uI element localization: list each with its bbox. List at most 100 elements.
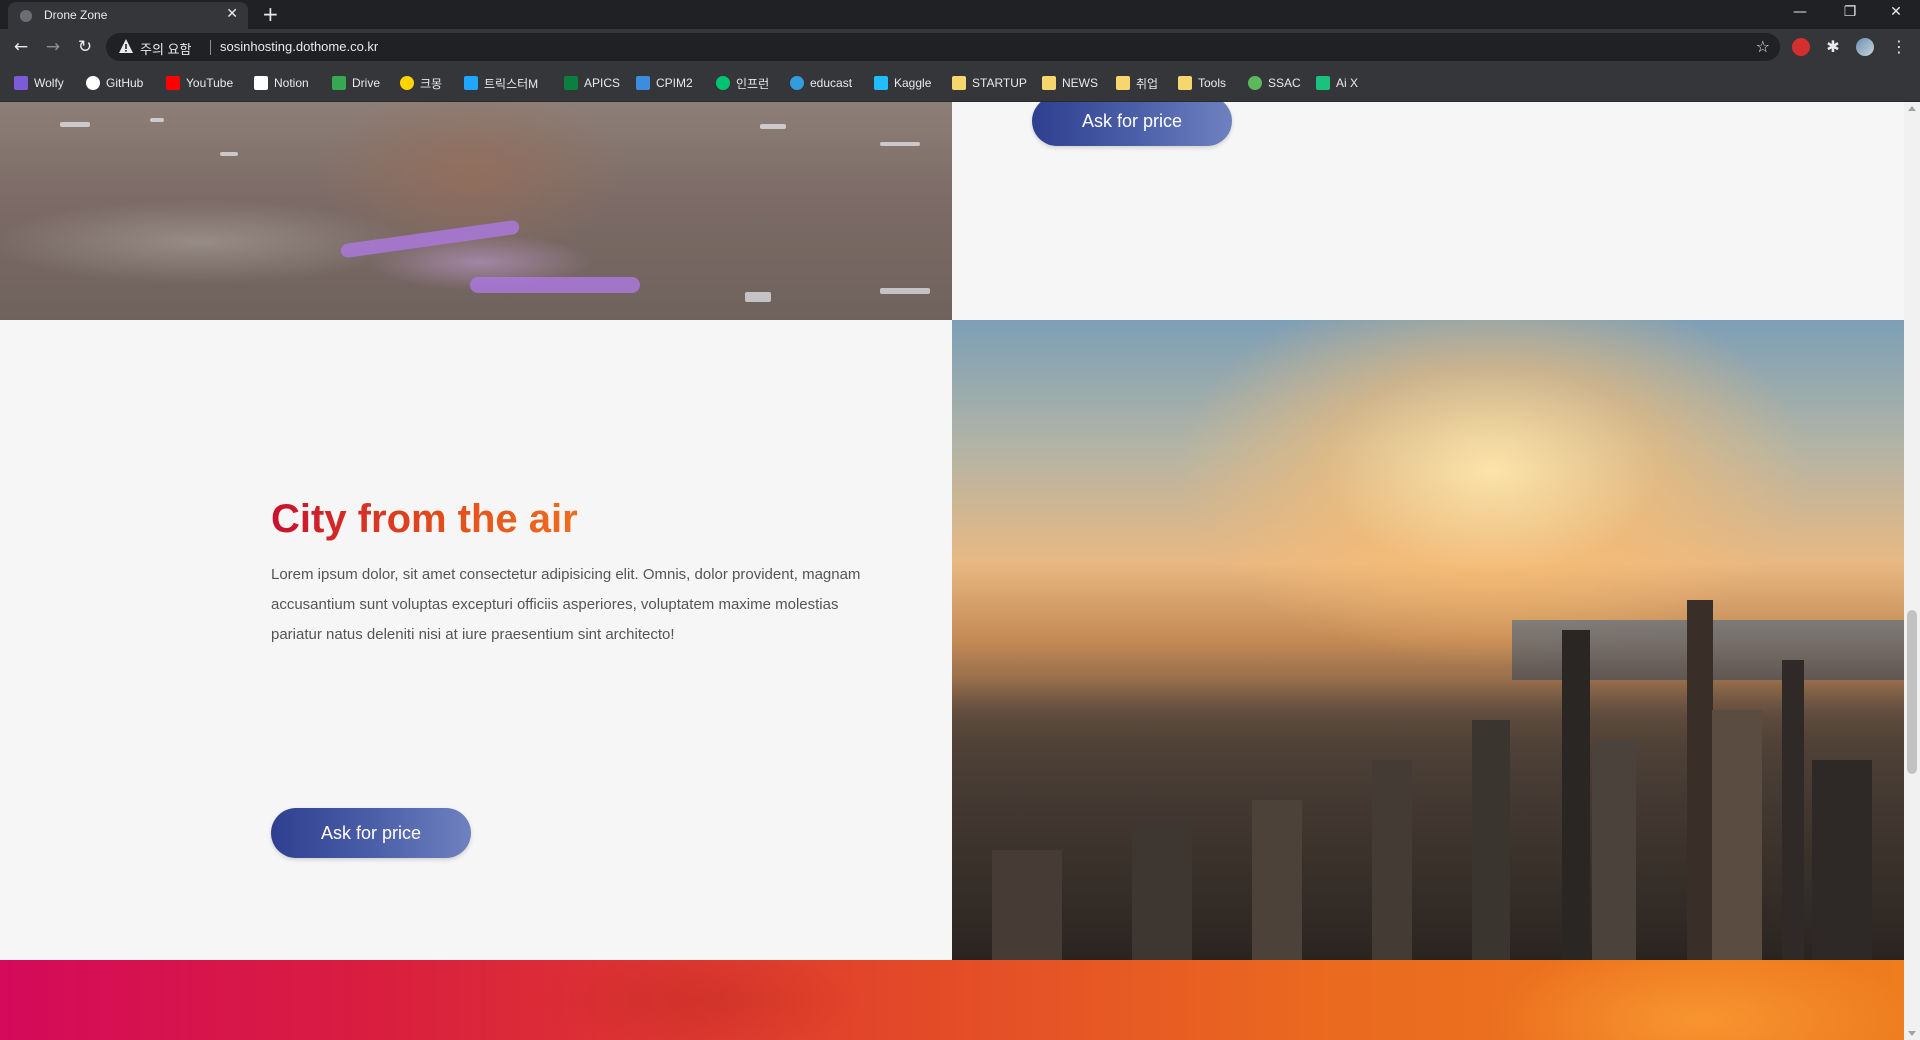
- scroll-down-arrow-icon[interactable]: [1908, 1031, 1916, 1036]
- profile-avatar[interactable]: [1856, 38, 1874, 56]
- bookmark-label: 크몽: [420, 76, 443, 91]
- sandal-right: [470, 277, 640, 293]
- skyscraper: [992, 850, 1062, 960]
- bookmark-notion[interactable]: Notion: [254, 74, 309, 92]
- bookmark-label: GitHub: [106, 76, 144, 90]
- photo-detail: [745, 292, 771, 302]
- wolfy-icon: [14, 76, 28, 90]
- notion-icon: [254, 76, 268, 90]
- bookmark-star-icon[interactable]: ☆: [1756, 37, 1770, 56]
- bookmark-label: SSAC: [1268, 76, 1301, 90]
- skyscraper: [1132, 820, 1192, 960]
- trickster-icon: [464, 76, 478, 90]
- bookmark-label: Tools: [1198, 76, 1227, 90]
- scrollbar-thumb[interactable]: [1907, 610, 1917, 774]
- security-warning-text: 주의 요함: [140, 42, 192, 57]
- github-icon: [86, 76, 100, 90]
- browser-window: Drone Zone ✕ + — ❐ ✕ ← → ↻ 주의 요함 sosinho…: [0, 0, 1920, 1040]
- bookmark-label: 트릭스터M: [484, 76, 539, 91]
- photo-detail: [880, 288, 930, 294]
- ask-price-button-top[interactable]: Ask for price: [1032, 102, 1232, 146]
- back-button[interactable]: ←: [9, 35, 33, 59]
- next-section-banner: [0, 960, 1904, 1040]
- skyscraper: [1782, 660, 1804, 960]
- photo-detail: [220, 152, 238, 156]
- apics-icon: [564, 76, 578, 90]
- bookmark-folder-news[interactable]: NEWS: [1042, 74, 1098, 92]
- bookmark-kaggle[interactable]: Kaggle: [874, 74, 931, 92]
- skyscraper: [1252, 800, 1302, 960]
- skyscraper: [1372, 760, 1412, 960]
- extension-adblock-icon[interactable]: [1792, 38, 1810, 56]
- bookmark-label: 취업: [1136, 76, 1159, 91]
- bookmark-folder-jobs[interactable]: 취업: [1116, 74, 1158, 92]
- address-bar[interactable]: 주의 요함 sosinhosting.dothome.co.kr ☆: [106, 33, 1780, 61]
- browser-toolbar: ← → ↻ 주의 요함 sosinhosting.dothome.co.kr ☆…: [0, 29, 1920, 65]
- folder-icon: [1178, 76, 1192, 90]
- skyscraper: [1687, 600, 1713, 960]
- bookmark-label: NEWS: [1062, 76, 1098, 90]
- bookmark-label: Kaggle: [894, 76, 932, 90]
- tab-title: Drone Zone: [44, 8, 108, 22]
- globe-icon: [20, 10, 32, 22]
- scroll-up-arrow-icon[interactable]: [1908, 106, 1916, 111]
- address-separator: [210, 40, 211, 55]
- educast-icon: [790, 76, 804, 90]
- close-tab-icon[interactable]: ✕: [226, 6, 238, 22]
- rain-feet-photo: [0, 102, 952, 320]
- bookmark-label: Drive: [352, 76, 381, 90]
- restore-button[interactable]: ❐: [1830, 4, 1870, 20]
- photo-detail: [760, 124, 786, 129]
- ask-price-button[interactable]: Ask for price: [271, 808, 471, 858]
- bookmark-folder-startup[interactable]: STARTUP: [952, 74, 1027, 92]
- kaggle-icon: [874, 76, 888, 90]
- bookmark-label: educast: [810, 76, 853, 90]
- tab-drone-zone[interactable]: Drone Zone ✕: [8, 2, 248, 29]
- page-scrollbar[interactable]: [1904, 102, 1920, 1040]
- folder-icon: [1042, 76, 1056, 90]
- bookmark-educast[interactable]: educast: [790, 74, 852, 92]
- skyscraper: [1712, 710, 1762, 960]
- bookmark-label: Notion: [274, 76, 309, 90]
- bookmark-trickster[interactable]: 트릭스터M: [464, 74, 538, 92]
- bookmarks-bar: Wolfy GitHub YouTube Notion Drive 크몽 트릭스…: [0, 65, 1920, 102]
- bookmark-github[interactable]: GitHub: [86, 74, 143, 92]
- bookmark-ssac[interactable]: SSAC: [1248, 74, 1301, 92]
- bookmark-label: Ai X: [1336, 76, 1359, 90]
- bookmark-label: 인프런: [736, 76, 770, 91]
- ssac-icon: [1248, 76, 1262, 90]
- reload-button[interactable]: ↻: [73, 35, 97, 59]
- inflearn-icon: [716, 76, 730, 90]
- folder-icon: [1116, 76, 1130, 90]
- bookmark-folder-tools[interactable]: Tools: [1178, 74, 1226, 92]
- section-title: City from the air: [271, 497, 578, 541]
- bookmark-drive[interactable]: Drive: [332, 74, 380, 92]
- new-tab-button[interactable]: +: [262, 2, 279, 26]
- skyscraper: [1592, 740, 1636, 960]
- sandal-left: [339, 219, 521, 259]
- city-section-text: City from the air Lorem ipsum dolor, sit…: [0, 320, 952, 960]
- youtube-icon: [166, 76, 180, 90]
- bookmark-inflearn[interactable]: 인프런: [716, 74, 769, 92]
- bookmark-aix[interactable]: Ai X: [1316, 74, 1358, 92]
- extensions-puzzle-icon[interactable]: ✱: [1824, 38, 1842, 56]
- bookmark-label: YouTube: [186, 76, 234, 90]
- minimize-button[interactable]: —: [1780, 4, 1820, 20]
- bookmark-kmong[interactable]: 크몽: [400, 74, 442, 92]
- bookmark-apics[interactable]: APICS: [564, 74, 620, 92]
- url-text[interactable]: sosinhosting.dothome.co.kr: [220, 39, 378, 54]
- warning-icon: [119, 39, 133, 53]
- tab-strip: Drone Zone ✕ + — ❐ ✕: [0, 0, 1920, 29]
- close-window-button[interactable]: ✕: [1876, 4, 1916, 20]
- bookmark-cpim2[interactable]: CPIM2: [636, 74, 693, 92]
- browser-menu-icon[interactable]: ⋮: [1890, 38, 1908, 56]
- bookmark-label: Wolfy: [34, 76, 64, 90]
- bookmark-label: CPIM2: [656, 76, 693, 90]
- bookmark-youtube[interactable]: YouTube: [166, 74, 233, 92]
- forward-button[interactable]: →: [41, 35, 65, 59]
- photo-detail: [60, 122, 90, 127]
- bookmark-wolfy[interactable]: Wolfy: [14, 74, 64, 92]
- skyscraper: [1472, 720, 1510, 960]
- photo-detail: [150, 118, 164, 122]
- folder-icon: [952, 76, 966, 90]
